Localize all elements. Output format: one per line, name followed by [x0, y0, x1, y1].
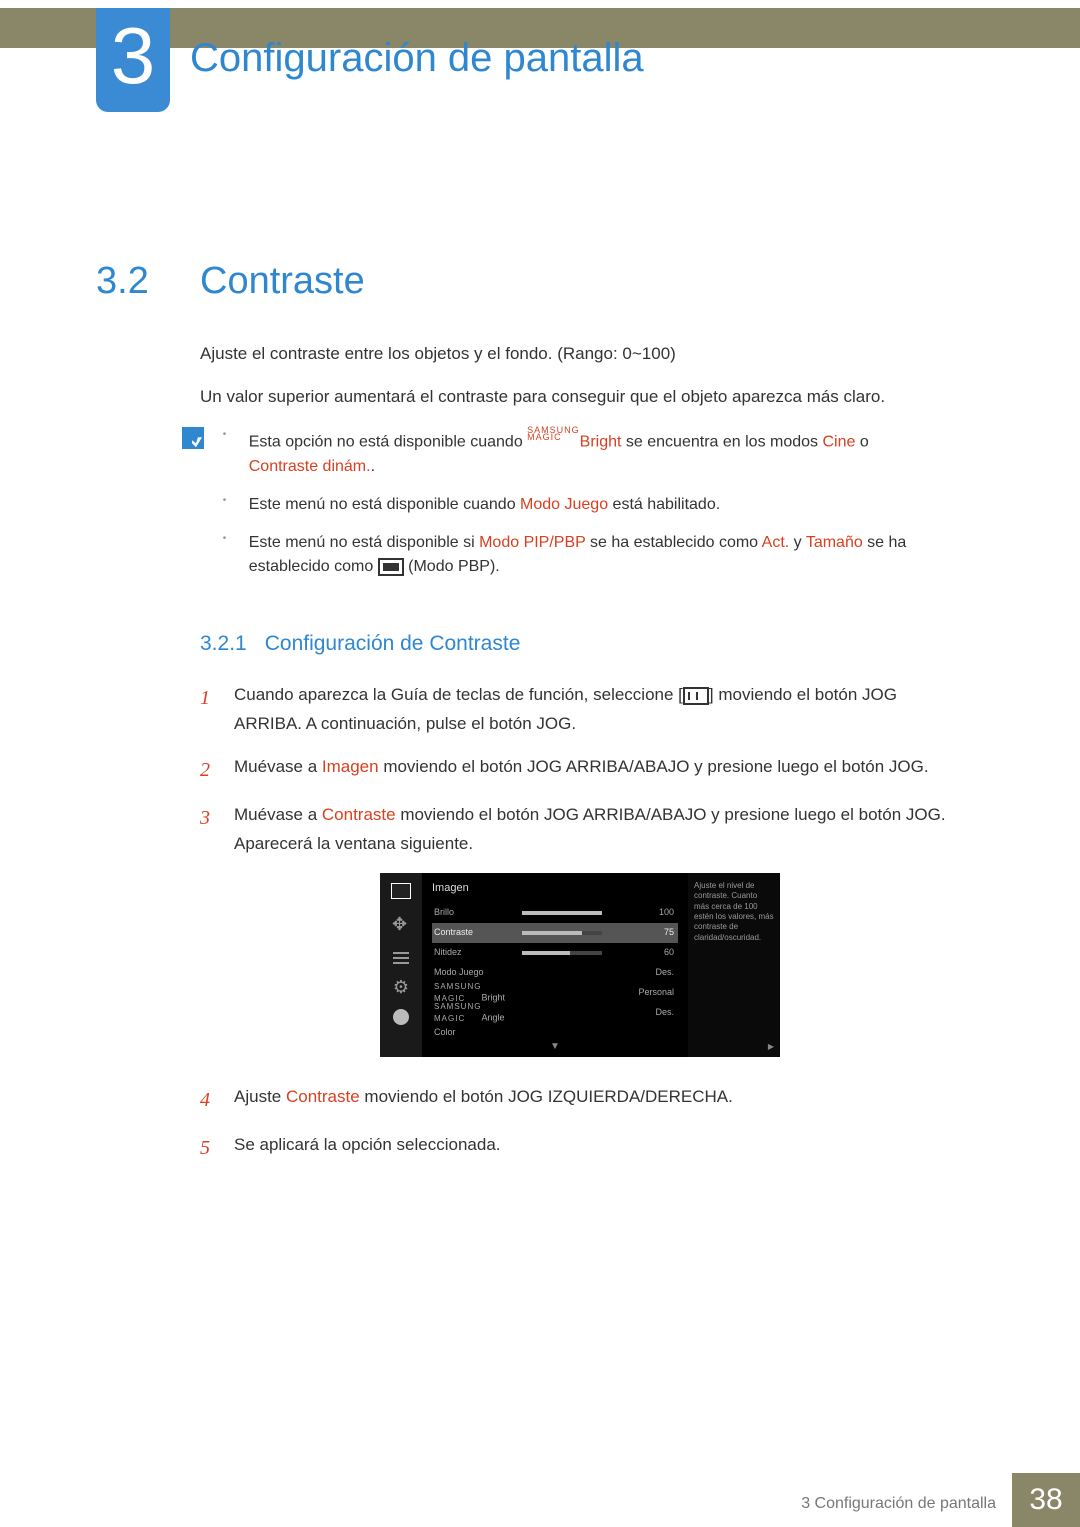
section-title: Contraste	[200, 260, 365, 303]
osd-title: Imagen	[432, 881, 678, 897]
osd-screenshot: Imagen Brillo100Contraste75Nitidez60Modo…	[380, 873, 780, 1057]
osd-scroll-down-icon: ▼	[550, 1040, 560, 1055]
osd-nav-image-icon	[391, 883, 411, 899]
osd-help-panel: Ajuste el nivel de contraste. Cuanto más…	[688, 873, 780, 1057]
intro-p1: Ajuste el contraste entre los objetos y …	[200, 342, 960, 367]
osd-nav-list-icon	[391, 949, 411, 965]
page-footer: 3 Configuración de pantalla 38	[0, 1473, 1080, 1527]
osd-nav-info-icon	[393, 1009, 409, 1025]
osd-row: Contraste75	[432, 923, 678, 943]
step-2: 2 Muévase a Imagen moviendo el botón JOG…	[200, 753, 960, 787]
osd-sidebar	[380, 873, 422, 1057]
note-icon	[182, 427, 204, 449]
menu-key-icon	[683, 687, 709, 705]
chapter-number-badge: 3	[96, 8, 170, 112]
intro-p2: Un valor superior aumentará el contraste…	[200, 385, 960, 410]
page-number: 38	[1012, 1473, 1080, 1527]
osd-row: Brillo100	[432, 903, 678, 923]
osd-row: SAMSUNGMAGICAngleDes.	[432, 1003, 678, 1023]
osd-row: Modo JuegoDes.	[432, 963, 678, 983]
footer-chapter-ref: 3 Configuración de pantalla	[801, 1495, 996, 1513]
pbp-mode-icon	[378, 558, 404, 576]
osd-arrow-right-icon: ▶	[768, 1042, 774, 1052]
body-content: Ajuste el contraste entre los objetos y …	[200, 342, 960, 1179]
osd-nav-move-icon	[390, 913, 412, 935]
subsection-heading: 3.2.1Configuración de Contraste	[200, 629, 960, 659]
note-item-3: Este menú no está disponible si Modo PIP…	[223, 531, 923, 579]
step-1: 1 Cuando aparezca la Guía de teclas de f…	[200, 681, 960, 739]
step-4: 4 Ajuste Contraste moviendo el botón JOG…	[200, 1083, 960, 1117]
chapter-title: Configuración de pantalla	[190, 36, 644, 81]
note-block: Esta opción no está disponible cuando SA…	[182, 427, 960, 593]
osd-main-panel: Imagen Brillo100Contraste75Nitidez60Modo…	[422, 873, 688, 1057]
osd-row: SAMSUNGMAGICBrightPersonal	[432, 983, 678, 1003]
osd-nav-settings-icon	[391, 979, 411, 995]
osd-row: Nitidez60	[432, 943, 678, 963]
step-3: 3 Muévase a Contraste moviendo el botón …	[200, 801, 960, 859]
step-5: 5 Se aplicará la opción seleccionada.	[200, 1131, 960, 1165]
note-item-2: Este menú no está disponible cuando Modo…	[223, 493, 923, 517]
note-item-1: Esta opción no está disponible cuando SA…	[223, 427, 923, 479]
section-number: 3.2	[96, 260, 149, 303]
